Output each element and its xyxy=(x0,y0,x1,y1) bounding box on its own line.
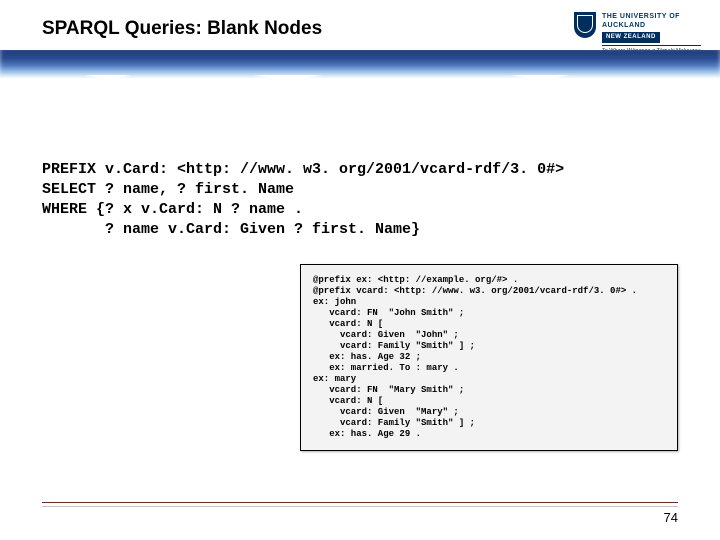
slide-header: SPARQL Queries: Blank Nodes THE UNIVERSI… xyxy=(0,0,720,78)
banner-bar xyxy=(0,50,720,78)
footer-rule-bottom xyxy=(42,506,678,507)
crest-icon xyxy=(574,12,596,38)
page-number: 74 xyxy=(664,510,678,525)
logo-line2: AUCKLAND xyxy=(602,21,701,30)
slide: SPARQL Queries: Blank Nodes THE UNIVERSI… xyxy=(0,0,720,540)
sparql-query-block: PREFIX v.Card: <http: //www. w3. org/200… xyxy=(42,160,678,240)
turtle-data: @prefix ex: <http: //example. org/#> . @… xyxy=(313,275,665,440)
logo-line1: THE UNIVERSITY OF xyxy=(602,12,701,21)
turtle-data-box: @prefix ex: <http: //example. org/#> . @… xyxy=(300,264,678,451)
logo-nz: NEW ZEALAND xyxy=(602,32,660,43)
slide-footer: 74 xyxy=(0,502,720,526)
footer-rule-top xyxy=(42,502,678,503)
slide-body: PREFIX v.Card: <http: //www. w3. org/200… xyxy=(42,160,678,240)
